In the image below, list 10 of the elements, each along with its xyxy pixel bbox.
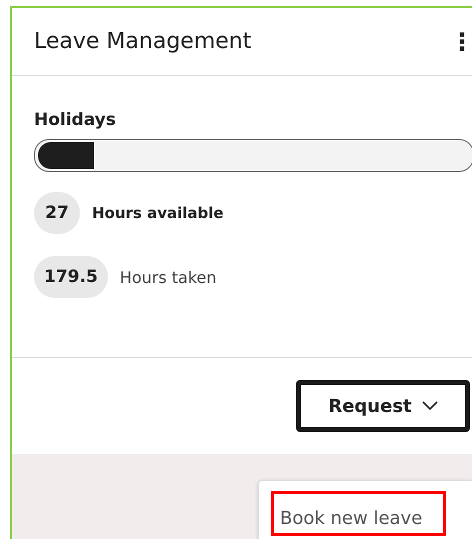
- hours-count: 179.5: [34, 256, 108, 298]
- hours-label: Hours taken: [120, 268, 216, 286]
- hours-count: 27: [34, 192, 80, 234]
- card-title: Leave Management: [34, 29, 252, 54]
- section-title: Holidays: [34, 110, 117, 130]
- menu-item[interactable]: Book new leave: [271, 491, 446, 536]
- hours-label: Hours available: [92, 204, 224, 222]
- request-button[interactable]: Request: [296, 380, 470, 432]
- menu-button[interactable]: ⋮: [450, 28, 464, 56]
- caret-icon: [422, 401, 438, 411]
